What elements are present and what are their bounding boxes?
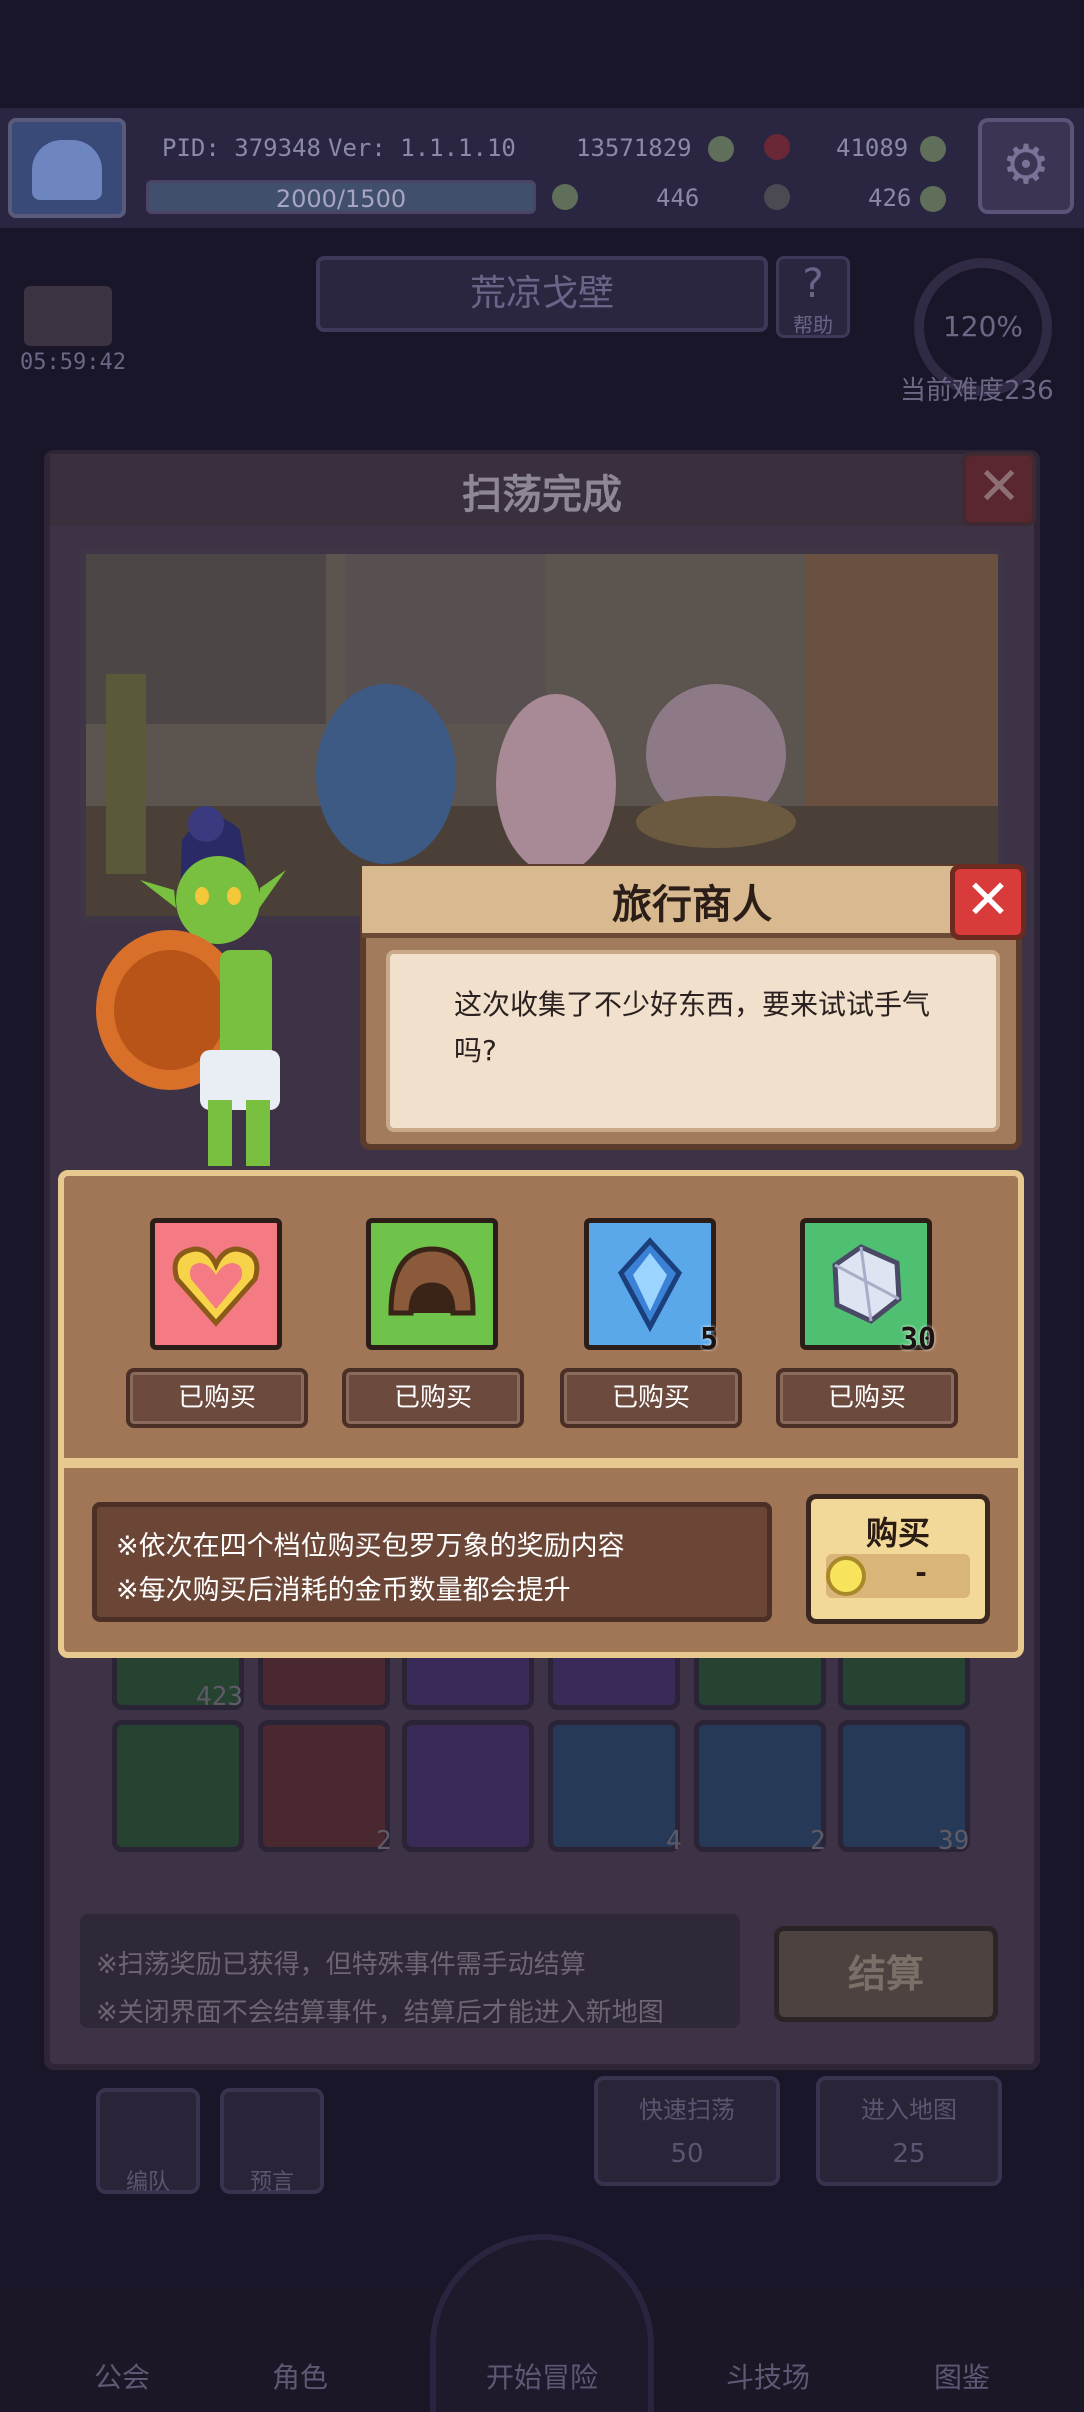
add-gold-icon[interactable] (708, 136, 734, 162)
buy-label: 购买 (865, 1514, 930, 1552)
gem-amount: 41089 (836, 134, 909, 162)
reward-slot[interactable] (694, 1720, 826, 1852)
preset-label: 预言 (249, 2170, 294, 2195)
golden-heart-amulet-icon[interactable] (150, 1218, 282, 1350)
energy-amount: 446 (656, 184, 700, 212)
white-cat-hero-shape (496, 694, 616, 874)
settle-button[interactable]: 结算 (774, 1926, 998, 2022)
stamina-icon (764, 184, 790, 210)
team-label: 编队 (125, 2170, 170, 2195)
bought-button[interactable]: 已购买 (126, 1368, 308, 1428)
exp-text: 2000/1500 (275, 185, 407, 213)
bought-button[interactable]: 已购买 (560, 1368, 742, 1428)
energy-icon (552, 184, 578, 210)
enter-map-cost: 25 (892, 2139, 926, 2169)
help-label: 帮助 (793, 313, 833, 337)
nav-arena[interactable]: 斗技场 (698, 2356, 838, 2396)
blue-hero-shape (316, 684, 456, 864)
help-button[interactable]: ? 帮助 (776, 256, 850, 338)
version-text: Ver: 1.1.1.10 (328, 134, 516, 162)
reward-count: 2 (810, 1826, 826, 1856)
reward-slot[interactable] (112, 1720, 244, 1852)
gold-amount: 13571829 (576, 134, 692, 162)
shop-rule: ※依次在四个档位购买包罗万象的奖励内容 (116, 1531, 625, 1562)
goblin-merchant-character (96, 806, 286, 1166)
shop-rule: ※每次购买后消耗的金币数量都会提升 (116, 1575, 571, 1606)
region-name[interactable]: 荒凉戈壁 (316, 256, 768, 332)
countdown-timer: 05:59:42 (20, 350, 126, 375)
reward-slot[interactable] (258, 1720, 390, 1852)
sweep-note: ※关闭界面不会结算事件，结算后才能进入新地图 (96, 1998, 664, 2028)
reward-slot[interactable] (548, 1720, 680, 1852)
speech-line: 这次收集了不少好东西，要来试试手气 (454, 988, 931, 1021)
enter-map-button[interactable]: 进入地图 25 (816, 2076, 1002, 2186)
sweep-note: ※扫荡奖励已获得，但特殊事件需手动结算 (96, 1950, 586, 1980)
bought-button[interactable]: 已购买 (342, 1368, 524, 1428)
nav-character[interactable]: 角色 (230, 2356, 370, 2396)
quick-sweep-cost: 50 (670, 2139, 704, 2169)
nav-guild[interactable]: 公会 (52, 2356, 192, 2396)
question-icon: ? (802, 261, 824, 307)
merchant-title: 旅行商人 (612, 882, 772, 928)
bought-button[interactable]: 已购买 (776, 1368, 958, 1428)
quick-sweep-button[interactable]: 快速扫荡 50 (594, 2076, 780, 2186)
gem-icon (764, 134, 790, 160)
gold-coin-icon (826, 1556, 866, 1596)
merchant-close-icon[interactable]: ✕ (950, 864, 1026, 940)
preset-button[interactable]: 预言 (220, 2088, 324, 2195)
add-stamina-icon[interactable] (920, 186, 946, 212)
exp-progress-bar: 2000/1500 (146, 180, 536, 214)
speech-line: 吗? (454, 1034, 497, 1067)
add-gem-icon[interactable] (920, 136, 946, 162)
reward-slot[interactable] (402, 1720, 534, 1852)
nav-start-adventure[interactable]: 开始冒险 (450, 2356, 634, 2396)
shop-divider (58, 1458, 1024, 1468)
quick-sweep-label: 快速扫荡 (639, 2096, 735, 2124)
brown-hood-icon[interactable] (366, 1218, 498, 1350)
player-id: PID: 379348 (162, 134, 321, 162)
reward-count: 423 (196, 1682, 243, 1712)
team-button[interactable]: 编队 (96, 2088, 200, 2195)
game-screen: PID: 379348 Ver: 1.1.1.10 13571829 41089… (0, 0, 1084, 2412)
nav-codex[interactable]: 图鉴 (892, 2356, 1032, 2396)
settings-gear-icon[interactable]: ⚙ (978, 118, 1074, 214)
sweep-title: 扫荡完成 (462, 472, 622, 518)
blue-crystal-icon[interactable] (584, 1218, 716, 1350)
enter-map-label: 进入地图 (861, 2096, 957, 2124)
merchant-speech-text: 这次收集了不少好东西，要来试试手气 吗? (454, 982, 974, 1074)
sweep-close-icon[interactable]: ✕ (962, 452, 1036, 526)
buy-price: - (915, 1556, 927, 1589)
item-count: 30 (900, 1322, 937, 1357)
reward-count: 4 (666, 1826, 682, 1856)
player-avatar[interactable] (8, 118, 126, 218)
item-count: 5 (700, 1322, 719, 1357)
treasure-chest-icon[interactable] (24, 286, 112, 346)
reward-count: 2 (376, 1826, 392, 1856)
stamina-amount: 426 (868, 184, 912, 212)
difficulty-label: 当前难度236 (900, 376, 1054, 406)
reward-count: 39 (938, 1826, 970, 1856)
